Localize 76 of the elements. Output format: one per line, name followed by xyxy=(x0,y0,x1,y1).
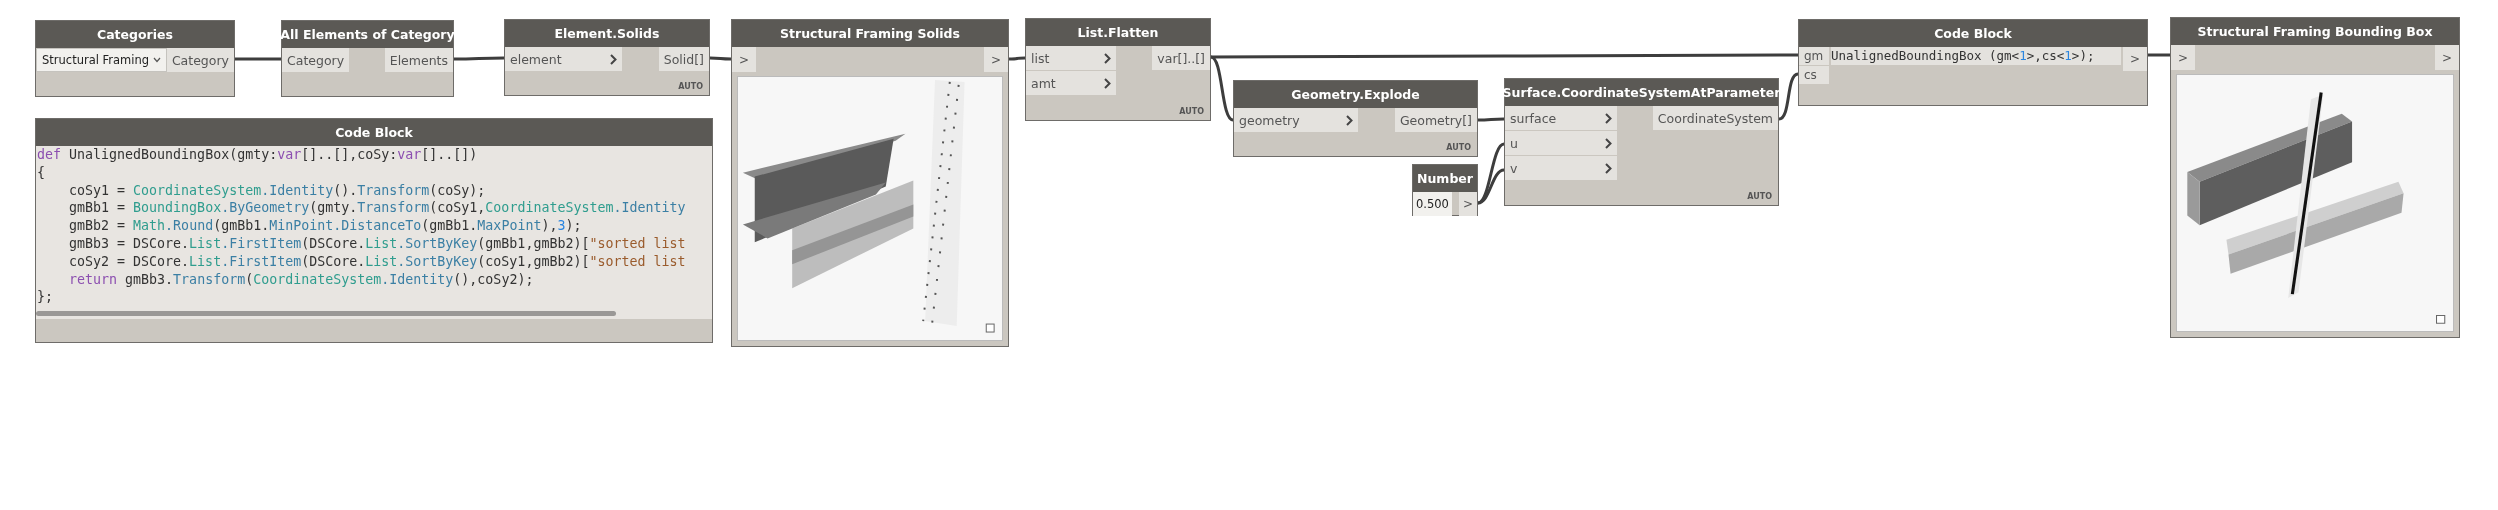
code-line[interactable]: gmBb2 = Math.Round(gmBb1.MinPoint.DistanceTo(gmBb1.MaxPoint),3); xyxy=(36,217,712,235)
code-line[interactable]: { xyxy=(36,163,712,182)
input-port[interactable]: surface xyxy=(1505,106,1617,130)
input-port[interactable]: list xyxy=(1026,46,1116,70)
output-port[interactable]: > xyxy=(2434,45,2459,70)
code-line[interactable]: coSy2 = DSCore.List.FirstItem(DSCore.List.SortByKey(coSy1,gmBb2)["sorted list xyxy=(36,252,712,271)
category-dropdown[interactable]: Structural Framing xyxy=(36,48,167,72)
code-line[interactable]: return gmBb3.Transform(CoordinateSystem.Identity(),coSy2); xyxy=(36,270,712,289)
node-card[interactable]: Structural Framing Solids > > xyxy=(731,19,1009,347)
node-card[interactable] xyxy=(35,118,713,343)
output-port[interactable]: CoordinateSystem xyxy=(1652,106,1778,130)
chevron-icon xyxy=(1605,137,1612,149)
output-port[interactable]: Geometry[] xyxy=(1394,108,1477,132)
lacing-label: AUTO xyxy=(678,82,703,91)
node-card[interactable]: Geometry.Explode geometry Geometry[] AUTO xyxy=(1233,80,1478,157)
code-line[interactable]: gmBb1 = BoundingBox.ByGeometry(gmty.Transform(coSy1,CoordinateSystem.Identity xyxy=(36,199,712,218)
node-title: Number xyxy=(1413,165,1477,192)
chevron-icon xyxy=(1605,112,1612,124)
output-port[interactable]: Solid[] xyxy=(658,47,709,71)
node-title: Structural Framing Bounding Box xyxy=(2171,18,2459,45)
number-field[interactable]: 0.500 xyxy=(1413,192,1452,216)
node-card[interactable]: Structural Framing Bounding Box > > xyxy=(2170,17,2460,338)
code-line[interactable]: def UnalignedBoundingBox(gmty:var[]..[],coSy:var[]..[]) xyxy=(36,146,712,164)
node-card[interactable]: All Elements of Category Category Elements xyxy=(281,20,454,97)
connector-wire xyxy=(235,57,281,61)
node-title: Code Block xyxy=(36,119,712,146)
node-title: Element.Solids xyxy=(505,20,709,47)
node-card[interactable]: Categories Structural Framing Category xyxy=(35,20,235,97)
chevron-icon xyxy=(1104,77,1111,89)
input-port[interactable]: amt xyxy=(1026,71,1116,95)
output-port[interactable]: Elements xyxy=(384,48,453,72)
output-port[interactable]: > xyxy=(1458,192,1477,216)
chevron-icon xyxy=(1104,52,1111,64)
code-line[interactable]: UnalignedBoundingBox (gm<1>,cs<1>); xyxy=(1831,47,2121,65)
chevron-icon xyxy=(1346,114,1353,126)
chevron-icon xyxy=(610,53,617,65)
input-port[interactable]: u xyxy=(1505,131,1617,155)
node-card[interactable]: Surface.CoordinateSystemAtParameter surface u v CoordinateSystem AUTO xyxy=(1504,78,1779,206)
input-port[interactable]: geometry xyxy=(1234,108,1358,132)
connector-wire xyxy=(1478,117,1504,122)
output-port[interactable]: > xyxy=(2122,47,2147,71)
node-title: Geometry.Explode xyxy=(1234,81,1477,108)
node-card[interactable]: Element.Solids element Solid[] AUTO xyxy=(504,19,710,96)
connector-wire xyxy=(710,56,731,61)
scrollbar[interactable] xyxy=(36,311,616,316)
node-title: Surface.CoordinateSystemAtParameter xyxy=(1505,79,1778,106)
chevron-icon xyxy=(1605,162,1612,174)
code-line[interactable]: }; xyxy=(36,288,712,307)
input-port[interactable]: cs xyxy=(1799,66,1829,84)
output-port[interactable]: var[]..[] xyxy=(1152,46,1210,70)
input-port[interactable]: element xyxy=(505,47,622,71)
output-port[interactable]: > xyxy=(983,47,1008,72)
node-card[interactable]: Number 0.500 > xyxy=(1412,164,1478,216)
node-card[interactable]: List.Flatten list amt var[]..[] AUTO xyxy=(1025,18,1211,121)
node-title: All Elements of Category xyxy=(282,21,453,48)
input-port[interactable]: v xyxy=(1505,156,1617,180)
connector-wire xyxy=(1009,56,1025,61)
connector-wire xyxy=(454,56,504,61)
output-port[interactable]: Category xyxy=(166,48,234,72)
node-card[interactable]: Code Block gm cs UnalignedBoundingBox (gm<1>,cs<1>); > xyxy=(1798,19,2148,106)
lacing-label: AUTO xyxy=(1747,192,1772,201)
node-title: Structural Framing Solids xyxy=(732,20,1008,47)
connector-wire xyxy=(1778,72,1799,121)
node-title: Code Block xyxy=(1799,20,2147,47)
code-line[interactable]: gmBb3 = DSCore.List.FirstItem(DSCore.List.SortByKey(gmBb1,gmBb2)["sorted list xyxy=(36,235,712,253)
lacing-label: AUTO xyxy=(1446,143,1471,152)
input-port[interactable]: > xyxy=(732,47,757,72)
connector-wire xyxy=(2148,53,2170,57)
input-port[interactable]: Category xyxy=(282,48,350,72)
input-port[interactable]: > xyxy=(2171,45,2196,70)
lacing-label: AUTO xyxy=(1179,107,1204,116)
input-port[interactable]: gm xyxy=(1799,47,1829,65)
node-title: Categories xyxy=(36,21,234,48)
node-title: List.Flatten xyxy=(1026,19,1210,46)
code-line[interactable]: coSy1 = CoordinateSystem.Identity().Transform(coSy); xyxy=(36,181,712,200)
caret-icon xyxy=(152,57,161,63)
